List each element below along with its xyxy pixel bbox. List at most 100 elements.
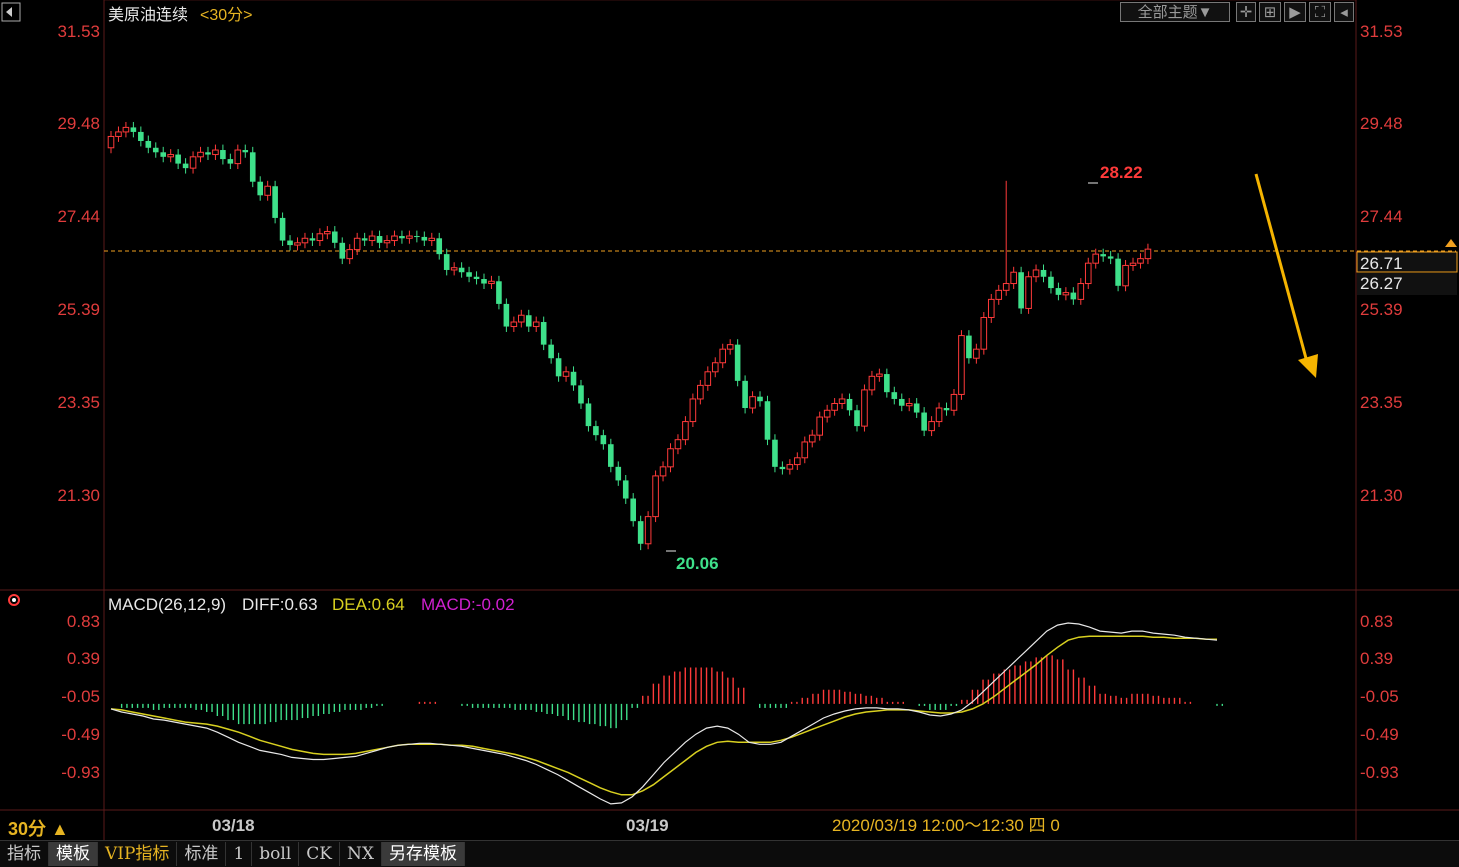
candle-body [264,185,271,196]
candle-body [608,444,614,467]
candle-body [383,240,391,244]
candle-body [1002,283,1010,291]
left-macd-tick: -0.93 [61,763,100,782]
candle-body [1122,264,1129,287]
candle-body [130,127,137,132]
candle-body [1077,283,1085,300]
candle-body [786,464,794,470]
chart-title: 美原油连续 [108,6,188,24]
macd-value: MACD:-0.02 [421,595,515,614]
candle-body [861,389,868,427]
tab-save-template[interactable]: 另存模板 [381,842,465,866]
candle-body [1100,254,1106,257]
candle-body [764,401,771,440]
candle-body [585,403,592,427]
tab-indicator[interactable]: 指标 [0,842,49,866]
tab-nx[interactable]: NX [340,842,382,866]
right-price-tick: 31.53 [1360,22,1403,41]
left-macd-tick: -0.49 [61,725,100,744]
high-label: 28.22 [1100,163,1143,182]
candle-body [182,163,189,169]
candle-body [346,249,354,260]
right-macd-tick: -0.93 [1360,763,1399,782]
candle-body [831,402,838,411]
candle-body [615,466,622,481]
candle-body [966,335,972,359]
theme-dropdown[interactable]: 全部主题▼ [1120,2,1230,22]
candle-body [496,281,502,304]
candle-body [503,303,510,327]
candle-body [958,335,965,395]
price-panel-frame [103,0,1357,591]
candle-body [1025,276,1032,309]
candle-body [421,236,428,241]
candle-body [838,398,846,404]
candle-body [898,398,905,406]
tab-template[interactable]: 模板 [49,842,98,866]
dea-line [110,635,1217,796]
tab-standard[interactable]: 标准 [177,842,227,866]
fullscreen-icon[interactable]: ⛶ [1309,2,1331,22]
window-toggle-icon[interactable] [1,2,21,22]
candle-body [719,348,727,364]
candle-body [868,375,876,391]
candle-body [973,348,980,359]
tab-ck[interactable]: CK [299,842,340,866]
candle-body [823,409,831,418]
candle-body [212,149,219,156]
candle-body [1062,292,1070,296]
candle-body [175,154,181,164]
macd-name: MACD(26,12,9) [108,595,226,614]
last-price-label: 26.71 [1360,254,1403,273]
left-price-tick: 25.39 [57,300,100,319]
candle-body [1129,262,1137,266]
candle-body [652,475,659,518]
tab-1[interactable]: 1 [226,842,253,866]
left-price-tick: 21.30 [57,486,100,505]
candle-body [1115,258,1121,286]
candle-body [808,434,816,443]
candle-body [399,236,405,239]
candle-body [287,240,293,246]
candle-body [436,238,443,255]
candle-body [488,280,495,285]
candle-body [532,321,540,328]
left-price-tick: 31.53 [57,22,100,41]
candle-body [107,135,115,149]
candle-body [891,392,898,399]
candle-body [622,480,629,499]
playback-icon[interactable]: ▶ [1284,2,1306,22]
candle-body [1084,262,1092,285]
low-marker: 20.06 [666,550,719,573]
macd-settings-icon[interactable] [8,594,20,606]
candle-body [301,237,309,244]
candle-body [353,237,361,251]
candle-body [704,371,712,386]
candle-body [234,149,242,165]
candle-body [548,344,554,359]
tab-vip-indicator[interactable]: VIP指标 [98,842,178,866]
candle-body [772,439,778,467]
left-price-tick: 23.35 [57,393,100,412]
period-selector[interactable]: 30分 ▲ [8,815,69,841]
candle-body [1018,272,1024,309]
tab-boll[interactable]: boll [252,842,300,866]
crosshair-icon[interactable]: ✛ [1236,2,1256,22]
candle-body [510,321,518,328]
layout-icon[interactable]: ⊞ [1259,2,1281,22]
candle-body [1070,292,1077,300]
candle-body [481,279,487,284]
candle-body [324,230,331,235]
left-price-tick: 29.48 [57,114,100,133]
candle-body [152,147,159,153]
candle-body [332,231,338,243]
collapse-icon[interactable]: ◂ [1334,2,1354,22]
current-price-label: 26.27 [1360,274,1403,293]
candle-body [987,298,995,318]
candle-body [659,466,667,477]
candle-body [197,151,204,158]
candle-body [1048,276,1054,289]
date-label-0318: 03/18 [212,816,255,835]
candle-body [249,152,256,182]
candle-body [160,152,167,157]
